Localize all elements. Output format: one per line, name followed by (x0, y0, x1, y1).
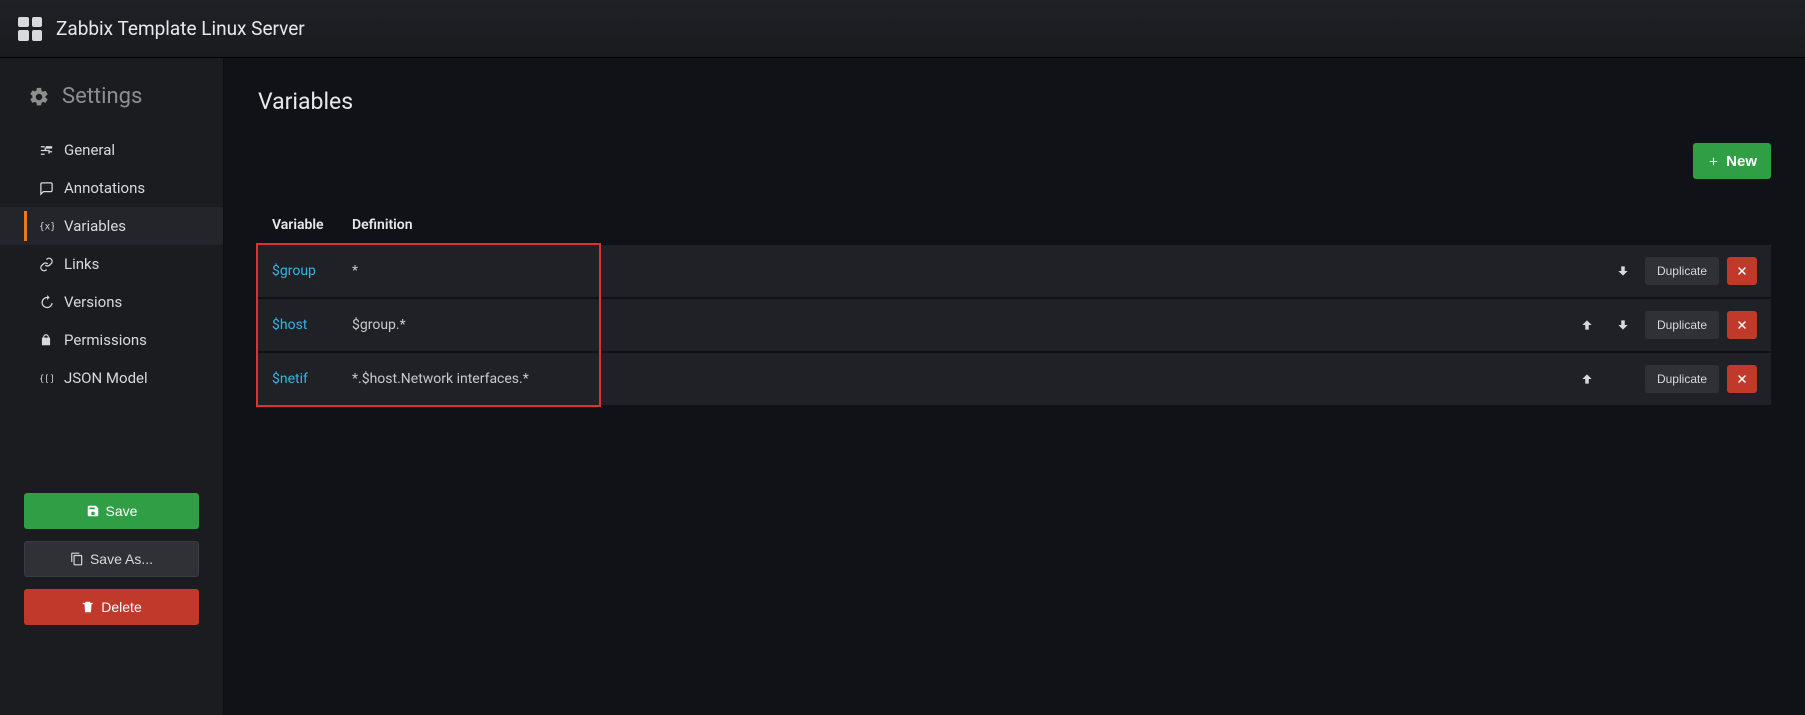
sidebar-item-label: Variables (64, 217, 126, 235)
delete-dashboard-button-label: Delete (101, 599, 141, 615)
save-as-button-label: Save As... (90, 551, 153, 567)
delete-row-button[interactable] (1727, 257, 1757, 285)
save-as-button[interactable]: Save As... (24, 541, 199, 577)
delete-row-button[interactable] (1727, 365, 1757, 393)
variable-definition: * (352, 263, 1573, 279)
delete-dashboard-button[interactable]: Delete (24, 589, 199, 625)
history-icon (38, 295, 54, 310)
delete-row-button[interactable] (1727, 311, 1757, 339)
page-title: Variables (258, 88, 1771, 115)
sidebar-item-label: Versions (64, 293, 122, 311)
sidebar-item-variables[interactable]: {x} Variables (0, 207, 223, 245)
sidebar-heading-label: Settings (62, 84, 142, 109)
variable-name: $host (272, 317, 352, 333)
sliders-icon (38, 143, 54, 158)
save-button-label: Save (106, 503, 138, 519)
sidebar-item-permissions[interactable]: Permissions (0, 321, 223, 359)
sidebar-item-json-model[interactable]: {[]} JSON Model (0, 359, 223, 397)
gear-icon (28, 86, 50, 108)
sidebar-item-general[interactable]: General (0, 131, 223, 169)
comment-icon (38, 181, 54, 196)
plus-icon (1707, 155, 1720, 168)
dashboard-title: Zabbix Template Linux Server (56, 17, 305, 40)
move-down-button[interactable] (1609, 311, 1637, 339)
variables-table: Variable Definition $group*Duplicate$hos… (258, 207, 1771, 405)
sidebar-item-label: JSON Model (64, 369, 148, 387)
braces-icon: {x} (38, 219, 54, 234)
main-content: Variables New Variable Definition $group… (224, 58, 1805, 715)
variable-name: $group (272, 263, 352, 279)
close-icon (1736, 319, 1748, 331)
close-icon (1736, 265, 1748, 277)
new-variable-button-label: New (1726, 153, 1757, 170)
move-down-button[interactable] (1609, 257, 1637, 285)
new-variable-button[interactable]: New (1693, 143, 1771, 179)
settings-sidebar: Settings General Annotations {x} Variables L… (0, 58, 224, 715)
variable-definition: *.$host.Network interfaces.* (352, 371, 1573, 387)
variable-definition: $group.* (352, 317, 1573, 333)
sidebar-item-label: General (64, 141, 115, 159)
save-icon (86, 504, 100, 518)
duplicate-button[interactable]: Duplicate (1645, 311, 1719, 339)
sidebar-item-label: Permissions (64, 331, 147, 349)
sidebar-item-label: Links (64, 255, 99, 273)
dashboard-icon[interactable] (18, 17, 42, 41)
duplicate-button[interactable]: Duplicate (1645, 365, 1719, 393)
svg-text:{[]}: {[]} (39, 374, 54, 384)
save-button[interactable]: Save (24, 493, 199, 529)
table-row[interactable]: $netif*.$host.Network interfaces.* Duplic… (258, 353, 1771, 405)
move-up-button[interactable] (1573, 311, 1601, 339)
move-up-spacer (1573, 257, 1601, 285)
json-icon: {[]} (38, 371, 54, 386)
svg-text:{x}: {x} (39, 221, 54, 232)
column-definition: Definition (352, 217, 1757, 233)
sidebar-item-annotations[interactable]: Annotations (0, 169, 223, 207)
column-variable: Variable (272, 217, 352, 233)
table-row[interactable]: $host$group.* Duplicate (258, 299, 1771, 351)
settings-nav: General Annotations {x} Variables Links Versi… (0, 131, 223, 397)
duplicate-button[interactable]: Duplicate (1645, 257, 1719, 285)
sidebar-item-versions[interactable]: Versions (0, 283, 223, 321)
table-header: Variable Definition (258, 207, 1771, 243)
sidebar-item-label: Annotations (64, 179, 145, 197)
copy-icon (70, 552, 84, 566)
variable-name: $netif (272, 371, 352, 387)
sidebar-item-links[interactable]: Links (0, 245, 223, 283)
sidebar-heading: Settings (0, 84, 223, 131)
move-down-spacer (1609, 365, 1637, 393)
trash-icon (81, 600, 95, 614)
close-icon (1736, 373, 1748, 385)
lock-icon (38, 333, 54, 347)
top-navbar: Zabbix Template Linux Server (0, 0, 1805, 58)
link-icon (38, 257, 54, 272)
table-row[interactable]: $group* Duplicate (258, 245, 1771, 297)
move-up-button[interactable] (1573, 365, 1601, 393)
